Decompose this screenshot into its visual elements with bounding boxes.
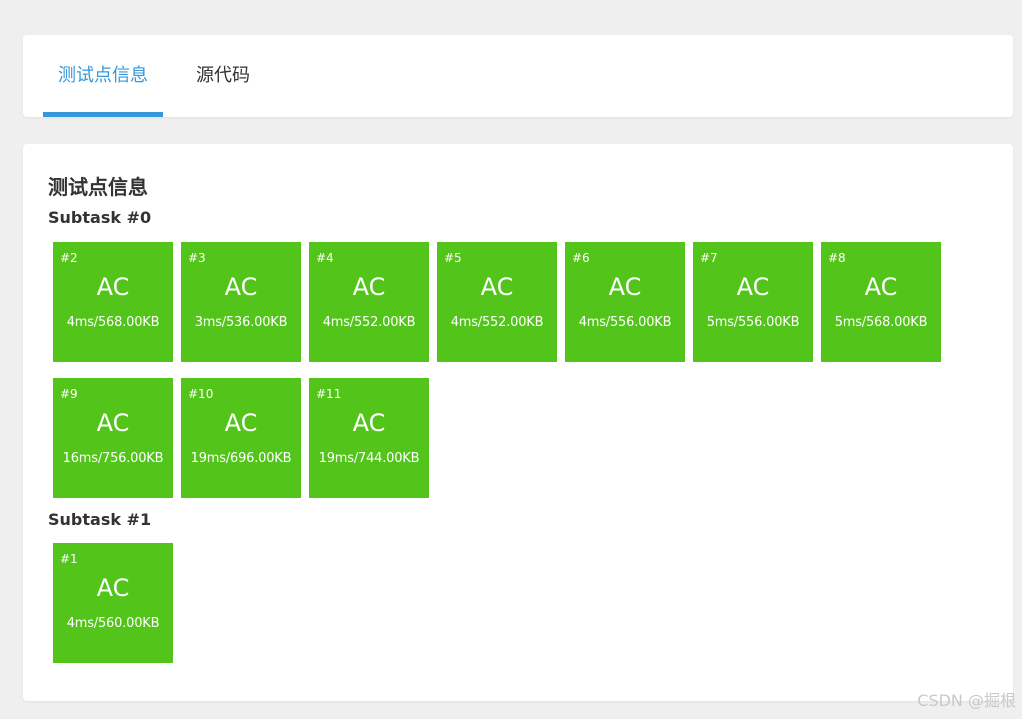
section-title: 测试点信息 [48, 175, 148, 199]
testcase-stats: 5ms/568.00KB [834, 315, 928, 330]
active-tab-indicator [43, 112, 163, 117]
testcase-card[interactable]: #8 AC 5ms/568.00KB [821, 242, 941, 362]
testcase-card[interactable]: #10 AC 19ms/696.00KB [181, 378, 301, 498]
testcase-card[interactable]: #7 AC 5ms/556.00KB [693, 242, 813, 362]
tab-testcase-info[interactable]: 测试点信息 [43, 35, 163, 117]
watermark: CSDN @掘根 [917, 691, 1016, 710]
testcase-stats: 4ms/560.00KB [66, 616, 160, 631]
testcase-id: #2 [60, 251, 78, 265]
testcase-stats: 5ms/556.00KB [706, 315, 800, 330]
testcase-stats: 16ms/756.00KB [62, 451, 164, 466]
testcase-stats: 4ms/552.00KB [450, 315, 544, 330]
testcase-card[interactable]: #3 AC 3ms/536.00KB [181, 242, 301, 362]
testcase-id: #9 [60, 387, 78, 401]
testcase-id: #7 [700, 251, 718, 265]
testcase-result: AC [96, 273, 130, 301]
testcase-result: AC [352, 409, 386, 437]
testcase-result: AC [224, 409, 258, 437]
testcase-card[interactable]: #2 AC 4ms/568.00KB [53, 242, 173, 362]
tab-source-code[interactable]: 源代码 [183, 35, 263, 117]
testcase-result: AC [224, 273, 258, 301]
testcase-id: #1 [60, 552, 78, 566]
testcase-card[interactable]: #6 AC 4ms/556.00KB [565, 242, 685, 362]
testcase-card[interactable]: #9 AC 16ms/756.00KB [53, 378, 173, 498]
testcase-id: #4 [316, 251, 334, 265]
testcase-panel: 测试点信息 Subtask #0 #2 AC 4ms/568.00KB #3 A… [23, 144, 1013, 701]
testcase-result: AC [864, 273, 898, 301]
testcase-id: #11 [316, 387, 342, 401]
testcase-id: #6 [572, 251, 590, 265]
testcase-id: #3 [188, 251, 206, 265]
testcase-stats: 4ms/568.00KB [66, 315, 160, 330]
testcase-result: AC [480, 273, 514, 301]
testcase-stats: 4ms/552.00KB [322, 315, 416, 330]
subtask-title-0: Subtask #0 [48, 208, 152, 227]
testcase-result: AC [96, 409, 130, 437]
testcase-stats: 3ms/536.00KB [194, 315, 288, 330]
testcase-card[interactable]: #1 AC 4ms/560.00KB [53, 543, 173, 663]
subtask-title-1: Subtask #1 [48, 510, 152, 529]
tab-bar: 测试点信息 源代码 [23, 35, 1013, 117]
testcase-card[interactable]: #4 AC 4ms/552.00KB [309, 242, 429, 362]
testcase-card[interactable]: #5 AC 4ms/552.00KB [437, 242, 557, 362]
testcase-result: AC [352, 273, 386, 301]
testcase-id: #8 [828, 251, 846, 265]
testcase-stats: 19ms/696.00KB [190, 451, 292, 466]
testcase-id: #5 [444, 251, 462, 265]
testcase-result: AC [736, 273, 770, 301]
testcase-result: AC [96, 574, 130, 602]
testcase-stats: 19ms/744.00KB [318, 451, 420, 466]
testcase-card[interactable]: #11 AC 19ms/744.00KB [309, 378, 429, 498]
testcase-result: AC [608, 273, 642, 301]
testcase-id: #10 [188, 387, 214, 401]
testcase-stats: 4ms/556.00KB [578, 315, 672, 330]
